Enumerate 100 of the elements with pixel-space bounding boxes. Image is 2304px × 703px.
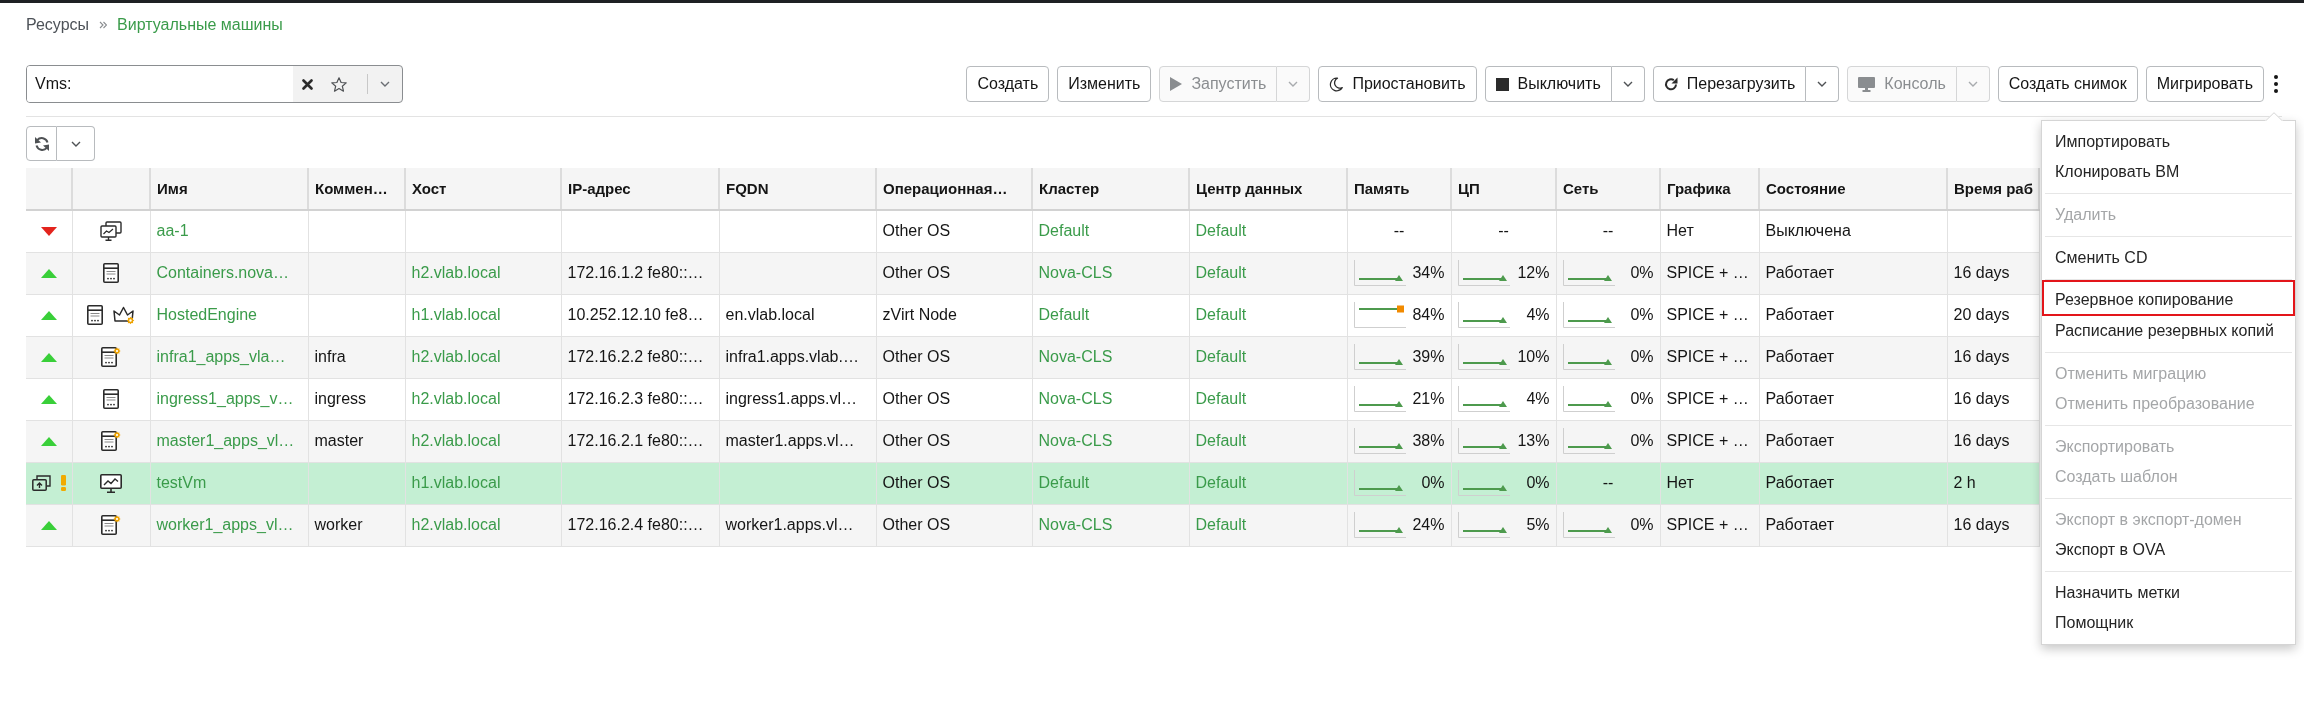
kebab-icon — [2274, 75, 2278, 93]
graphics-cell: Нет — [1660, 462, 1759, 504]
column-header[interactable]: Время раб — [1947, 168, 2039, 210]
state-cell: Работает — [1759, 294, 1947, 336]
column-header[interactable]: Сеть — [1556, 168, 1660, 210]
data-center-link[interactable]: Default — [1195, 474, 1247, 491]
data-center-link[interactable]: Default — [1195, 264, 1247, 281]
cluster-link[interactable]: Default — [1038, 306, 1090, 323]
host-link[interactable]: h2.vlab.local — [411, 348, 501, 365]
uptime-cell: 16 days — [1947, 378, 2039, 420]
state-cell: Работает — [1759, 252, 1947, 294]
toolbar-button[interactable]: Изменить — [1057, 66, 1152, 102]
graphics-cell: SPICE + … — [1660, 294, 1759, 336]
memory-usage: 0% — [1421, 474, 1445, 492]
cluster-link[interactable]: Nova-CLS — [1038, 432, 1113, 449]
double-chevron-icon — [99, 21, 108, 29]
column-header[interactable]: IP-адрес — [561, 168, 719, 210]
menu-item[interactable]: Экспорт в OVA — [2042, 535, 2295, 565]
data-center-link[interactable]: Default — [1195, 222, 1247, 240]
caret-icon — [1622, 81, 1633, 87]
host-link[interactable]: h2.vlab.local — [411, 390, 501, 407]
ip-address-cell: 172.16.1.2 fe80::… — [561, 252, 719, 294]
table-row[interactable]: testVm h1.vlab.local Other OS Default Default 0% 0% -- Нет Работает 2 h — [26, 462, 2039, 504]
vm-name-link[interactable]: testVm — [156, 474, 207, 491]
column-header[interactable]: Хост — [405, 168, 561, 210]
vm-name-link[interactable]: Containers.nova… — [156, 264, 289, 281]
refresh-button[interactable] — [26, 126, 57, 161]
breadcrumb-item[interactable]: Виртуальные машины — [117, 16, 283, 34]
vm-name-link[interactable]: aa-1 — [156, 222, 189, 240]
data-center-link[interactable]: Default — [1195, 432, 1247, 449]
menu-item[interactable]: Клонировать ВМ — [2042, 157, 2295, 187]
table-row[interactable]: aa-1 Other OS Default Default -- -- -- Нет Выключена — [26, 210, 2039, 252]
menu-item[interactable]: Помощник — [2042, 608, 2295, 638]
column-header[interactable]: FQDN — [719, 168, 876, 210]
table-row[interactable]: ingress1_apps_v… ingress h2.vlab.local 172.16.2.3 fe80::… ingress1.apps.vl… Other OS Nova-CLS Default 21% 4% 0% SPICE + … Работает 16 days — [26, 378, 2039, 420]
toolbar-button[interactable]: Создать — [966, 66, 1050, 102]
column-header[interactable]: Операционная… — [876, 168, 1032, 210]
menu-item[interactable]: Назначить метки — [2042, 578, 2295, 608]
toolbar-button[interactable]: Мигрировать — [2145, 66, 2264, 102]
table-row[interactable]: Containers.nova… h2.vlab.local 172.16.1.2 fe80::… Other OS Nova-CLS Default 34% 12% 0% SPICE + … Работает 16 days — [26, 252, 2039, 294]
memory-usage: 21% — [1412, 390, 1445, 408]
graphics-cell: SPICE + … — [1660, 420, 1759, 462]
column-header[interactable]: Графика — [1660, 168, 1759, 210]
vm-name-link[interactable]: infra1_apps_vla… — [156, 348, 286, 365]
play-icon — [1170, 77, 1183, 91]
vm-name-link[interactable]: master1_apps_vl… — [156, 432, 295, 449]
table-row[interactable]: worker1_apps_vl… worker h2.vlab.local 172.16.2.4 fe80::… worker1.apps.vl… Other OS Nova-CLS Default 24% 5% 0% SPICE + … Работает 16 days — [26, 504, 2039, 546]
toolbar-button[interactable]: Перезагрузить — [1652, 66, 1807, 102]
host-link[interactable]: h2.vlab.local — [411, 516, 501, 533]
caret-icon — [1817, 81, 1828, 87]
vm-name-link[interactable]: ingress1_apps_v… — [156, 390, 294, 407]
memory-usage: 38% — [1412, 432, 1445, 450]
search-field[interactable] — [79, 66, 293, 102]
cluster-link[interactable]: Nova-CLS — [1038, 516, 1113, 533]
fqdn-cell: worker1.apps.vl… — [719, 504, 876, 546]
memory-usage: 34% — [1412, 264, 1445, 282]
menu-item[interactable]: Импортировать — [2042, 127, 2295, 157]
menu-item[interactable]: Сменить CD — [2042, 243, 2295, 273]
host-link[interactable]: h2.vlab.local — [411, 432, 501, 449]
cluster-link[interactable]: Default — [1038, 222, 1090, 240]
network-usage: 0% — [1630, 390, 1654, 408]
cluster-link[interactable]: Nova-CLS — [1038, 348, 1113, 365]
dropdown-toggle[interactable] — [1611, 66, 1645, 102]
toolbar-button[interactable]: Выключить — [1484, 66, 1612, 102]
menu-item[interactable]: Резервное копирование — [2042, 280, 2295, 316]
column-header[interactable]: Центр данных — [1189, 168, 1347, 210]
toolbar-button[interactable]: Приостановить — [1318, 66, 1477, 102]
column-header[interactable]: Память — [1347, 168, 1451, 210]
column-header[interactable]: Состояние — [1759, 168, 1947, 210]
column-header[interactable]: Кластер — [1032, 168, 1189, 210]
column-header[interactable]: Имя — [150, 168, 308, 210]
cluster-link[interactable]: Nova-CLS — [1038, 390, 1113, 407]
toolbar-button[interactable]: Создать снимок — [1997, 66, 2138, 102]
cluster-link[interactable]: Default — [1038, 474, 1090, 491]
column-header[interactable]: ЦП — [1451, 168, 1556, 210]
host-link[interactable]: h1.vlab.local — [411, 474, 501, 491]
data-center-link[interactable]: Default — [1195, 348, 1247, 365]
menu-item[interactable]: Расписание резервных копий — [2042, 316, 2295, 346]
state-cell: Работает — [1759, 336, 1947, 378]
vm-name-link[interactable]: worker1_apps_vl… — [156, 516, 294, 533]
host-link[interactable]: h1.vlab.local — [411, 306, 501, 323]
breadcrumb-item: Ресурсы — [26, 16, 90, 34]
uptime-cell: 20 days — [1947, 294, 2039, 336]
dropdown-toggle[interactable] — [57, 126, 95, 161]
server-icon — [87, 305, 103, 325]
os-cell: Other OS — [876, 378, 1032, 420]
vm-name-link[interactable]: HostedEngine — [156, 306, 257, 323]
data-center-link[interactable]: Default — [1195, 390, 1247, 407]
table-row[interactable]: master1_apps_vl… master h2.vlab.local 172.16.2.1 fe80::… master1.apps.vl… Other OS Nova-CLS Default 38% 13% 0% SPICE + … Работает 16 days — [26, 420, 2039, 462]
table-row[interactable]: HostedEngine h1.vlab.local 10.252.12.10 fe8… en.vlab.local zVirt Node Default Default 84% 4% 0% SPICE + … Работает 20 days — [26, 294, 2039, 336]
caret-icon — [1967, 81, 1978, 87]
data-center-link[interactable]: Default — [1195, 516, 1247, 533]
close-icon — [301, 78, 313, 90]
column-header[interactable]: Коммен… — [308, 168, 405, 210]
dropdown-toggle[interactable] — [1806, 66, 1840, 102]
data-center-link[interactable]: Default — [1195, 306, 1247, 323]
host-link[interactable]: h2.vlab.local — [411, 264, 501, 281]
cluster-link[interactable]: Nova-CLS — [1038, 264, 1113, 281]
table-row[interactable]: infra1_apps_vla… infra h2.vlab.local 172.16.2.2 fe80::… infra1.apps.vlab.… Other OS Nova-CLS Default 39% 10% 0% SPICE + … Работает 16 days — [26, 336, 2039, 378]
refresh-icon — [1663, 77, 1678, 91]
